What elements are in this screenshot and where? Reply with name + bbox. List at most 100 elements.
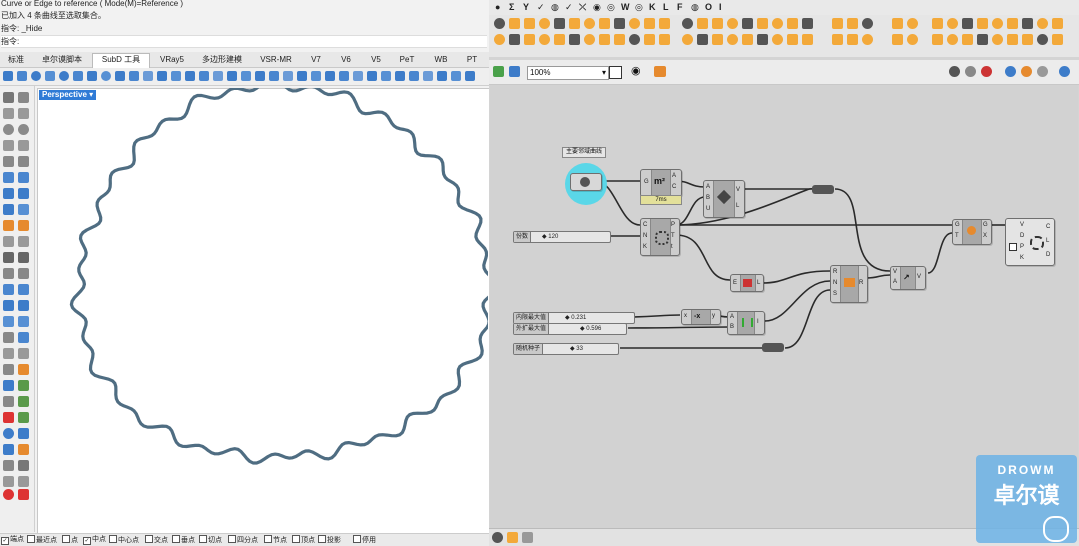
subd-torus-icon[interactable]: [73, 71, 83, 81]
slider-value[interactable]: ◆ 0.596: [580, 324, 601, 334]
tab-v5[interactable]: V5: [364, 54, 388, 66]
tab-vsr-mr[interactable]: VSR-MR: [256, 54, 296, 66]
grid-icon[interactable]: [3, 332, 14, 343]
output-v[interactable]: V: [736, 187, 740, 194]
component-icon[interactable]: [977, 18, 988, 29]
input-k[interactable]: K: [1020, 255, 1024, 262]
component-icon[interactable]: [772, 34, 783, 45]
subd-pipe-icon[interactable]: [115, 71, 125, 81]
output-r[interactable]: R: [859, 280, 863, 287]
analyze-icon[interactable]: [18, 332, 29, 343]
component-icon[interactable]: [697, 18, 708, 29]
properties-icon[interactable]: [3, 460, 14, 471]
component-icon[interactable]: [629, 34, 640, 45]
check-icon[interactable]: [18, 348, 29, 359]
tab-v6[interactable]: V6: [334, 54, 358, 66]
input-n[interactable]: N: [643, 233, 647, 240]
tab-zhuoermo-script[interactable]: 卓尔谟脚本: [40, 54, 84, 66]
component-icon[interactable]: [757, 34, 768, 45]
subd-stitch-icon[interactable]: [269, 71, 279, 81]
rectangle-icon[interactable]: [18, 140, 29, 151]
gmail-icon[interactable]: [18, 489, 29, 500]
subd-unweld-icon[interactable]: [297, 71, 307, 81]
move-component[interactable]: G T G X: [952, 219, 992, 245]
sphere-icon[interactable]: [3, 428, 14, 439]
grasshopper-tab-icon[interactable]: K: [649, 2, 656, 12]
join-icon[interactable]: [3, 316, 14, 327]
checkbox-checked-icon[interactable]: ✓: [1, 537, 9, 545]
arc-icon[interactable]: [3, 140, 14, 151]
grasshopper-tab-icon[interactable]: Σ: [509, 2, 514, 12]
component-icon[interactable]: [727, 34, 738, 45]
output-l[interactable]: L: [757, 280, 760, 287]
subd-bridge-icon[interactable]: [171, 71, 181, 81]
ellipse-icon[interactable]: [18, 124, 29, 135]
plugin-icon[interactable]: [3, 489, 14, 500]
component-icon[interactable]: [1007, 34, 1018, 45]
select-arrow-icon[interactable]: [3, 92, 14, 103]
area-component[interactable]: G m² A C: [640, 169, 682, 197]
component-icon[interactable]: [947, 34, 958, 45]
slider-outer-max[interactable]: 外扩最大值 ◆ 0.596: [513, 323, 627, 335]
grasshopper-tab-icon[interactable]: W: [621, 2, 630, 12]
component-icon[interactable]: [584, 34, 595, 45]
grasshopper-tab-icon[interactable]: ●: [495, 2, 500, 12]
component-icon[interactable]: [697, 34, 708, 45]
mesh-icon[interactable]: [18, 204, 29, 215]
subd-slide-icon[interactable]: [241, 71, 251, 81]
construct-domain-component[interactable]: A B I: [727, 311, 765, 335]
selected-preview-icon[interactable]: [1037, 66, 1048, 77]
subd-rebuild-icon[interactable]: [423, 71, 433, 81]
subd-patch-icon[interactable]: [409, 71, 419, 81]
component-icon[interactable]: [599, 18, 610, 29]
checkbox-icon[interactable]: [172, 535, 180, 543]
lock-solver-icon[interactable]: [949, 66, 960, 77]
curve-icon[interactable]: [18, 108, 29, 119]
output-v[interactable]: V: [917, 274, 921, 281]
component-icon[interactable]: [599, 34, 610, 45]
pen-icon[interactable]: [18, 364, 29, 375]
slider-count[interactable]: 份数 ◆ 120: [513, 231, 611, 243]
osnap-knot[interactable]: 节点: [264, 535, 287, 545]
osnap-project[interactable]: 投影: [318, 535, 341, 545]
grasshopper-logo-icon[interactable]: [492, 532, 503, 543]
shaded-preview-icon[interactable]: [1021, 66, 1032, 77]
component-icon[interactable]: [1022, 18, 1033, 29]
slider-value[interactable]: ◆ 33: [570, 344, 583, 354]
output-d[interactable]: D: [1046, 252, 1050, 259]
move-icon[interactable]: [18, 252, 29, 263]
relay-node[interactable]: [762, 343, 784, 352]
input-a[interactable]: A: [730, 314, 734, 321]
osnap-center[interactable]: 中心点: [109, 535, 139, 545]
output-t[interactable]: T: [671, 233, 675, 240]
tab-vray5[interactable]: VRay5: [154, 54, 190, 66]
output-a[interactable]: A: [672, 173, 676, 180]
input-c[interactable]: C: [643, 222, 647, 229]
component-icon[interactable]: [847, 18, 858, 29]
input-g[interactable]: G: [644, 179, 649, 186]
subd-offset-icon[interactable]: [255, 71, 265, 81]
component-icon[interactable]: [787, 34, 798, 45]
text-icon[interactable]: [18, 236, 29, 247]
grasshopper-tab-icon[interactable]: ◍: [551, 2, 559, 13]
checkbox-icon[interactable]: [292, 535, 300, 543]
input-v[interactable]: V: [893, 269, 897, 276]
split-icon[interactable]: [3, 300, 14, 311]
component-icon[interactable]: [554, 18, 565, 29]
input-r[interactable]: R: [833, 269, 837, 276]
subd-remove-crease-icon[interactable]: [227, 71, 237, 81]
output-l[interactable]: L: [1046, 238, 1049, 245]
component-icon[interactable]: [539, 18, 550, 29]
grasshopper-tab-icon[interactable]: ◎: [607, 2, 615, 13]
point-icon[interactable]: [18, 92, 29, 103]
output-i[interactable]: I: [757, 319, 759, 326]
surface-icon[interactable]: [3, 172, 14, 183]
history-icon[interactable]: [3, 364, 14, 375]
subd-extrude-icon[interactable]: [157, 71, 167, 81]
explode-icon[interactable]: [18, 316, 29, 327]
osnap-nearest[interactable]: 最近点: [27, 535, 57, 545]
component-icon[interactable]: [494, 34, 505, 45]
curve-param-node[interactable]: [570, 173, 602, 191]
component-icon[interactable]: [787, 18, 798, 29]
subd-weld-icon[interactable]: [283, 71, 293, 81]
